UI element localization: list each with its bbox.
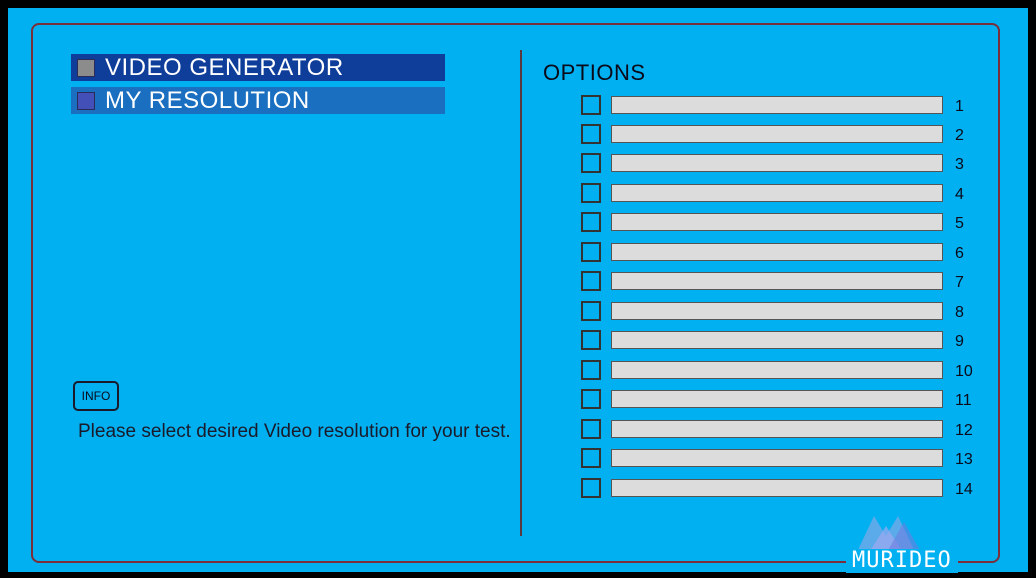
- option-row: 1: [581, 95, 981, 116]
- option-field[interactable]: [611, 479, 943, 497]
- menu-item-label: MY RESOLUTION: [105, 87, 310, 114]
- option-row: 9: [581, 330, 981, 351]
- option-number: 8: [955, 304, 964, 321]
- option-row: 8: [581, 301, 981, 322]
- option-row: 7: [581, 271, 981, 292]
- option-row: 10: [581, 360, 981, 381]
- option-field[interactable]: [611, 96, 943, 114]
- option-number: 9: [955, 333, 964, 350]
- option-checkbox[interactable]: [581, 95, 601, 115]
- option-number: 10: [955, 363, 973, 380]
- menu-item-my-resolution[interactable]: MY RESOLUTION: [71, 87, 445, 114]
- option-field[interactable]: [611, 390, 943, 408]
- option-row: 6: [581, 242, 981, 263]
- option-number: 5: [955, 215, 964, 232]
- option-field[interactable]: [611, 272, 943, 290]
- menu-item-label: VIDEO GENERATOR: [105, 54, 344, 81]
- option-field[interactable]: [611, 243, 943, 261]
- option-checkbox[interactable]: [581, 271, 601, 291]
- option-checkbox[interactable]: [581, 360, 601, 380]
- info-button[interactable]: INFO: [73, 381, 119, 411]
- option-number: 7: [955, 274, 964, 291]
- option-checkbox[interactable]: [581, 448, 601, 468]
- option-row: 12: [581, 419, 981, 440]
- option-checkbox[interactable]: [581, 124, 601, 144]
- option-row: 14: [581, 478, 981, 499]
- option-field[interactable]: [611, 331, 943, 349]
- option-row: 13: [581, 448, 981, 469]
- option-number: 4: [955, 186, 964, 203]
- option-number: 13: [955, 451, 973, 468]
- menu-item-video-generator[interactable]: VIDEO GENERATOR: [71, 54, 445, 81]
- panel-divider: [520, 50, 522, 536]
- option-field[interactable]: [611, 420, 943, 438]
- option-row: 2: [581, 124, 981, 145]
- option-checkbox[interactable]: [581, 389, 601, 409]
- option-number: 3: [955, 156, 964, 173]
- option-field[interactable]: [611, 361, 943, 379]
- option-field[interactable]: [611, 213, 943, 231]
- option-checkbox[interactable]: [581, 330, 601, 350]
- option-number: 6: [955, 245, 964, 262]
- square-icon: [77, 58, 95, 77]
- option-checkbox[interactable]: [581, 242, 601, 262]
- option-field[interactable]: [611, 154, 943, 172]
- option-field[interactable]: [611, 184, 943, 202]
- option-checkbox[interactable]: [581, 301, 601, 321]
- info-message: Please select desired Video resolution f…: [78, 421, 511, 442]
- option-checkbox[interactable]: [581, 478, 601, 498]
- option-field[interactable]: [611, 125, 943, 143]
- option-row: 4: [581, 183, 981, 204]
- option-field[interactable]: [611, 302, 943, 320]
- options-title: OPTIONS: [543, 60, 646, 85]
- option-checkbox[interactable]: [581, 183, 601, 203]
- option-number: 14: [955, 481, 973, 498]
- square-icon: [77, 91, 95, 110]
- option-field[interactable]: [611, 449, 943, 467]
- brand-logo-text: MURIDEO: [846, 549, 958, 573]
- option-number: 12: [955, 422, 973, 439]
- option-number: 11: [955, 392, 972, 409]
- option-number: 2: [955, 127, 964, 144]
- option-checkbox[interactable]: [581, 419, 601, 439]
- option-row: 5: [581, 212, 981, 233]
- option-row: 11: [581, 389, 981, 410]
- option-checkbox[interactable]: [581, 153, 601, 173]
- option-row: 3: [581, 153, 981, 174]
- option-checkbox[interactable]: [581, 212, 601, 232]
- option-number: 1: [955, 98, 964, 115]
